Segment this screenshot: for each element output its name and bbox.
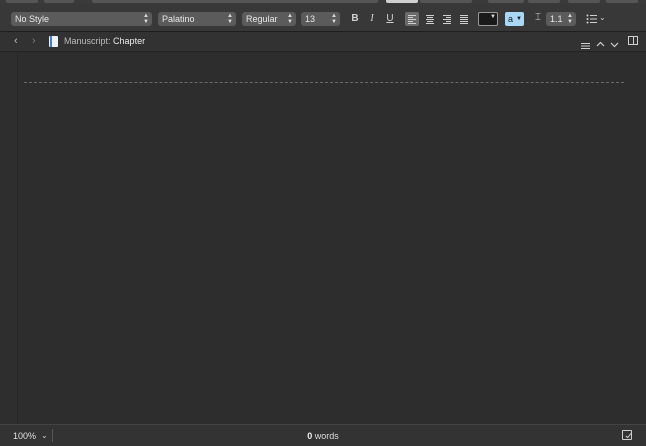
top-toolbar-edge [6, 0, 38, 3]
menu-lines-icon[interactable] [581, 37, 590, 49]
format-bar: No Style ▲ ▼ Palatino ▲ ▼ Regular ▲ ▼ 13 ▲ ▼… [0, 4, 646, 32]
chevron-updown-icon: ▲ ▼ [331, 13, 337, 25]
word-count: 0 words [0, 431, 646, 441]
chevron-left-icon[interactable]: ‹ [14, 34, 18, 49]
breadcrumb: Manuscript: Chapter [64, 36, 145, 47]
align-left-icon[interactable] [405, 12, 419, 26]
chevron-down-icon[interactable]: ⌄ [599, 13, 606, 22]
italic-button[interactable]: I [365, 12, 379, 26]
line-spacing-select[interactable]: 1.1 ▲ ▼ [546, 12, 576, 26]
line-spacing-icon: ⌶ [535, 12, 541, 23]
top-toolbar-edge [386, 0, 418, 3]
size-select-value: 13 [305, 14, 316, 24]
chevron-updown-icon: ▲ ▼ [143, 13, 149, 25]
size-select[interactable]: 13 ▲ ▼ [301, 12, 340, 26]
top-toolbar-edge [44, 0, 74, 3]
line-spacing-value: 1.1 [550, 14, 563, 24]
top-toolbar-edge [606, 0, 638, 3]
chevron-right-icon[interactable]: › [32, 34, 36, 49]
highlight-color-well[interactable]: a ▼ [505, 12, 524, 26]
top-toolbar-edge [488, 0, 524, 3]
chevron-updown-icon: ▲ ▼ [287, 13, 293, 25]
chevron-down-icon: ▼ [516, 16, 522, 22]
chevron-down-icon: ▼ [490, 14, 496, 20]
chevron-up-icon[interactable] [596, 36, 605, 47]
page-break-line [24, 82, 624, 83]
style-select[interactable]: No Style ▲ ▼ [11, 12, 152, 26]
top-toolbar-edge [92, 0, 378, 3]
list-bullets-icon[interactable] [586, 12, 598, 24]
chevron-updown-icon: ▲ ▼ [567, 13, 573, 25]
align-justify-icon[interactable] [458, 13, 470, 25]
word-count-value: 0 [307, 431, 313, 441]
breadcrumb-prefix: Manuscript: [64, 36, 111, 46]
chevron-updown-icon: ▲ ▼ [227, 13, 233, 25]
align-center-icon[interactable] [424, 13, 436, 25]
word-count-label: words [314, 431, 339, 441]
top-toolbar-edge [528, 0, 560, 3]
bold-button[interactable]: B [348, 12, 362, 26]
highlight-label: a [508, 14, 514, 24]
editor-footer: 100% ⌄ 0 words [0, 424, 646, 446]
text-color-well[interactable]: ▼ [478, 12, 498, 26]
weight-select[interactable]: Regular ▲ ▼ [242, 12, 296, 26]
underline-button[interactable]: U [383, 12, 397, 26]
top-toolbar-edge [420, 0, 472, 3]
breadcrumb-document[interactable]: Chapter [113, 36, 145, 46]
weight-select-value: Regular [246, 14, 278, 24]
split-view-icon[interactable] [628, 36, 638, 45]
document-icon [49, 36, 58, 47]
align-right-icon[interactable] [441, 13, 453, 25]
font-select[interactable]: Palatino ▲ ▼ [158, 12, 236, 26]
editor-text-area[interactable] [18, 52, 646, 424]
font-select-value: Palatino [162, 14, 195, 24]
target-icon[interactable] [622, 430, 632, 440]
style-select-value: No Style [15, 14, 50, 24]
editor-left-margin [0, 52, 18, 424]
chevron-down-icon[interactable] [610, 36, 619, 48]
top-toolbar-edge [568, 0, 600, 3]
